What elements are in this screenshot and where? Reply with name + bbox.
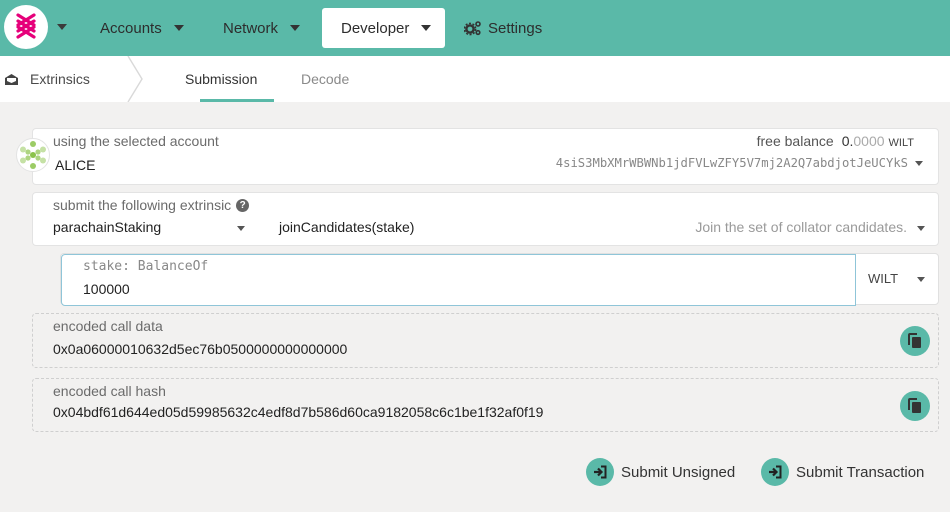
- tab-decode-label: Decode: [301, 71, 350, 87]
- nav-developer-label: Developer: [341, 19, 410, 37]
- account-identicon: [16, 138, 50, 172]
- chevron-down-icon: [237, 226, 245, 231]
- sign-in-icon: [586, 458, 614, 486]
- submit-unsigned-button[interactable]: Submit Unsigned: [586, 458, 735, 486]
- copy-call-hash-button[interactable]: [900, 391, 930, 421]
- nav-settings-label: Settings: [488, 19, 543, 37]
- chevron-down-icon[interactable]: [915, 161, 923, 166]
- method-description: Join the set of collator candidates.: [695, 219, 907, 235]
- extrinsic-label: submit the following extrinsic: [53, 197, 232, 213]
- chevron-down-icon: [173, 25, 184, 31]
- extrinsic-label-row: submit the following extrinsic ?: [53, 197, 250, 213]
- active-tab-indicator: [200, 99, 274, 102]
- param-row: stake: BalanceOf 100000 WILT: [60, 253, 939, 306]
- module-value: parachainStaking: [53, 219, 162, 235]
- chevron-down-icon: [917, 277, 925, 282]
- chevron-down-icon: [290, 25, 301, 31]
- chain-selector-caret-icon[interactable]: [57, 24, 67, 30]
- gears-icon: [464, 21, 481, 36]
- nav-developer[interactable]: Developer: [322, 8, 445, 48]
- unit-value: WILT: [868, 271, 899, 286]
- module-dropdown[interactable]: parachainStaking: [33, 215, 259, 245]
- account-name: ALICE: [55, 157, 96, 173]
- section-title: Extrinsics: [30, 71, 90, 87]
- help-icon[interactable]: ?: [236, 198, 250, 212]
- account-label: using the selected account: [53, 133, 219, 149]
- encoded-call-data: encoded call data 0x0a06000010632d5ec76b…: [32, 313, 939, 368]
- tab-decode[interactable]: Decode: [301, 56, 349, 102]
- free-balance-label: free balance: [756, 133, 834, 149]
- submit-unsigned-label: Submit Unsigned: [621, 463, 736, 481]
- nav-accounts-label: Accounts: [100, 19, 162, 37]
- nav-settings[interactable]: Settings: [452, 8, 554, 48]
- encoded-call-value: 0x0a06000010632d5ec76b0500000000000000: [53, 341, 348, 357]
- logo-icon: [16, 13, 36, 39]
- encoded-call-hash: encoded call hash 0x04bdf61d644ed05d5998…: [32, 378, 939, 432]
- encoded-hash-value: 0x04bdf61d644ed05d59985632c4edf8d7b586d6…: [53, 404, 544, 420]
- method-dropdown[interactable]: joinCandidates(stake) Join the set of co…: [267, 215, 937, 245]
- nav-network-label: Network: [223, 19, 279, 37]
- section-extrinsics: Extrinsics: [4, 56, 90, 102]
- app-logo[interactable]: [4, 5, 48, 49]
- stake-label: stake: BalanceOf: [83, 259, 209, 274]
- free-balance-whole: 0.: [841, 133, 854, 149]
- extrinsic-selector: submit the following extrinsic ? paracha…: [32, 192, 939, 246]
- nav-network[interactable]: Network: [211, 8, 312, 48]
- stake-input[interactable]: stake: BalanceOf 100000: [61, 254, 856, 306]
- copy-call-data-button[interactable]: [900, 326, 930, 356]
- free-balance-unit: WILT: [888, 137, 914, 149]
- copy-icon: [908, 333, 921, 348]
- chevron-down-icon: [421, 25, 432, 31]
- chevron-down-icon: [917, 226, 925, 231]
- encoded-hash-label: encoded call hash: [53, 383, 166, 399]
- submit-transaction-label: Submit Transaction: [796, 463, 925, 481]
- breadcrumb-separator: [127, 56, 143, 102]
- sign-in-icon: [761, 458, 789, 486]
- nav-accounts[interactable]: Accounts: [88, 8, 196, 48]
- method-value: joinCandidates(stake): [279, 219, 415, 235]
- top-navbar: Accounts Network Developer Settings: [0, 0, 950, 56]
- tab-submission-label: Submission: [185, 71, 258, 87]
- stake-value: 100000: [83, 281, 130, 297]
- free-balance-decimals: 0000: [853, 133, 885, 149]
- unit-dropdown[interactable]: WILT: [856, 254, 939, 304]
- account-selector[interactable]: using the selected account ALICE free ba…: [32, 128, 939, 185]
- encoded-call-label: encoded call data: [53, 318, 163, 334]
- envelope-open-icon: [5, 73, 18, 85]
- copy-icon: [908, 398, 921, 413]
- account-address: 4siS3MbXMrWBWNb1jdFVLwZFY5V7mj2A2Q7abdjo…: [555, 156, 908, 170]
- free-balance: free balance 0. 0000 WILT: [757, 133, 914, 149]
- submit-transaction-button[interactable]: Submit Transaction: [761, 458, 924, 486]
- tab-submission[interactable]: Submission: [185, 56, 257, 102]
- sub-navbar: Extrinsics Submission Decode: [0, 56, 950, 102]
